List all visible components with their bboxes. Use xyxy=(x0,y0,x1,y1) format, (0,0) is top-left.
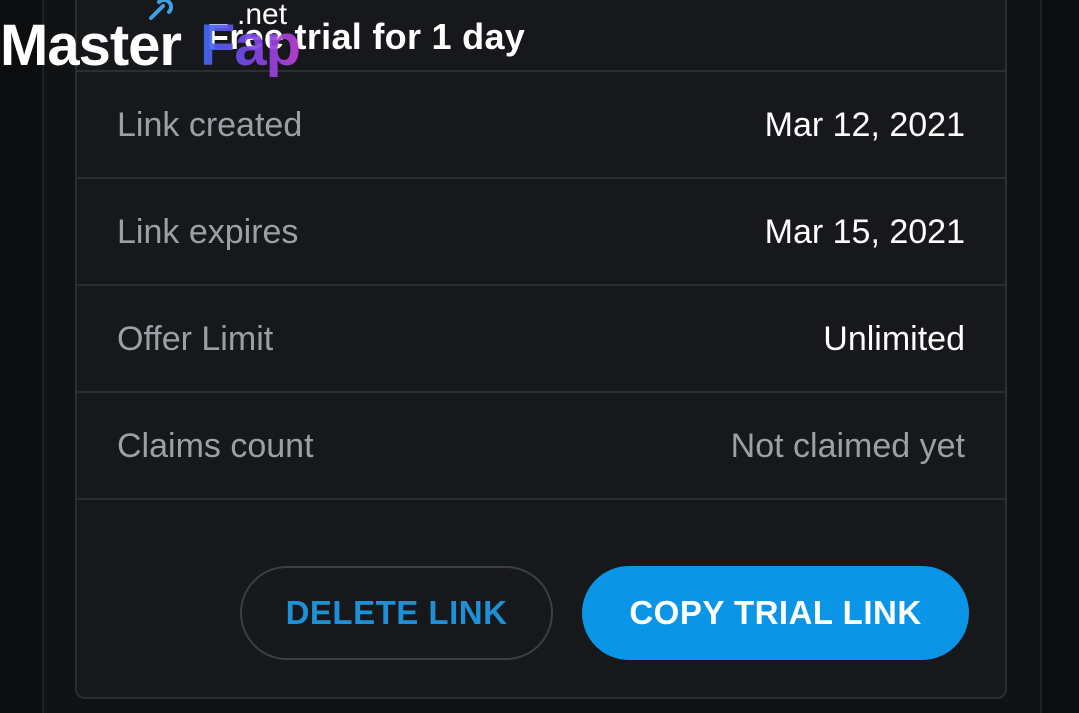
card-header: Free trial for 1 day xyxy=(77,0,1005,72)
detail-value: Mar 15, 2021 xyxy=(764,213,965,251)
detail-row-claims-count: Claims count Not claimed yet xyxy=(77,393,1005,500)
detail-value: Unlimited xyxy=(823,320,965,358)
detail-label: Claims count xyxy=(117,427,314,465)
detail-label: Offer Limit xyxy=(117,320,274,358)
copy-trial-link-button[interactable]: COPY TRIAL LINK xyxy=(582,566,969,660)
detail-row-expires: Link expires Mar 15, 2021 xyxy=(77,179,1005,286)
link-icon xyxy=(139,0,175,32)
card-title: Free trial for 1 day xyxy=(207,16,526,57)
detail-value: Mar 12, 2021 xyxy=(764,106,965,144)
detail-label: Link expires xyxy=(117,213,299,251)
detail-row-offer-limit: Offer Limit Unlimited xyxy=(77,286,1005,393)
delete-link-button[interactable]: DELETE LINK xyxy=(240,566,553,660)
detail-label: Link created xyxy=(117,106,303,144)
detail-row-created: Link created Mar 12, 2021 xyxy=(77,72,1005,179)
detail-value: Not claimed yet xyxy=(730,427,965,465)
trial-link-card: Free trial for 1 day Link created Mar 12… xyxy=(75,0,1007,699)
page: Free trial for 1 day Link created Mar 12… xyxy=(0,0,1079,713)
